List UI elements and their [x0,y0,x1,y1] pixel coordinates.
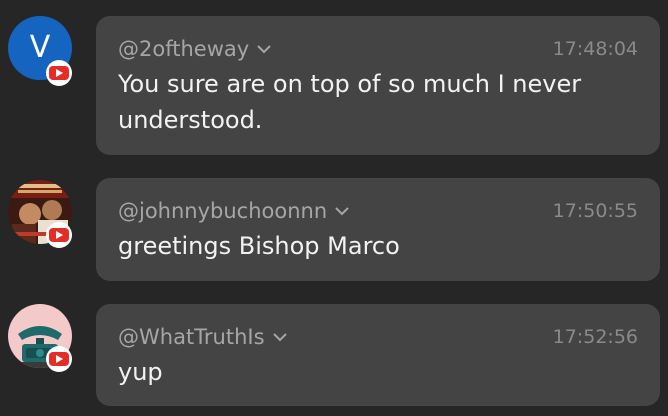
chat-message: V @2oftheway 17:48:04 You sure are on to… [0,0,668,160]
author-label: @2oftheway [118,37,250,61]
youtube-icon [46,60,72,86]
author-name[interactable]: @WhatTruthIs [118,325,287,349]
timestamp: 17:48:04 [552,38,638,60]
chevron-down-icon[interactable] [257,44,271,54]
youtube-icon [46,222,72,248]
youtube-icon [46,346,72,372]
author-label: @johnnybuchoonnn [118,199,328,223]
author-name[interactable]: @johnnybuchoonnn [118,199,349,223]
message-text: greetings Bishop Marco [118,232,400,260]
message-bubble: @2oftheway 17:48:04 You sure are on top … [96,16,660,155]
chat-message: @johnnybuchoonnn 17:50:55 greetings Bish… [0,170,668,290]
chat-message: @WhatTruthIs 17:52:56 yup [0,296,668,416]
author-name[interactable]: @2oftheway [118,37,271,61]
message-text: You sure are on top of so much I never u… [118,70,582,134]
timestamp: 17:50:55 [552,200,638,222]
message-bubble: @WhatTruthIs 17:52:56 yup [96,304,660,406]
chat-feed: V @2oftheway 17:48:04 You sure are on to… [0,0,668,416]
chevron-down-icon[interactable] [272,332,287,342]
message-text: yup [118,358,163,386]
timestamp: 17:52:56 [552,326,638,348]
message-bubble: @johnnybuchoonnn 17:50:55 greetings Bish… [96,178,660,281]
author-label: @WhatTruthIs [118,325,265,349]
chevron-down-icon[interactable] [335,206,349,216]
